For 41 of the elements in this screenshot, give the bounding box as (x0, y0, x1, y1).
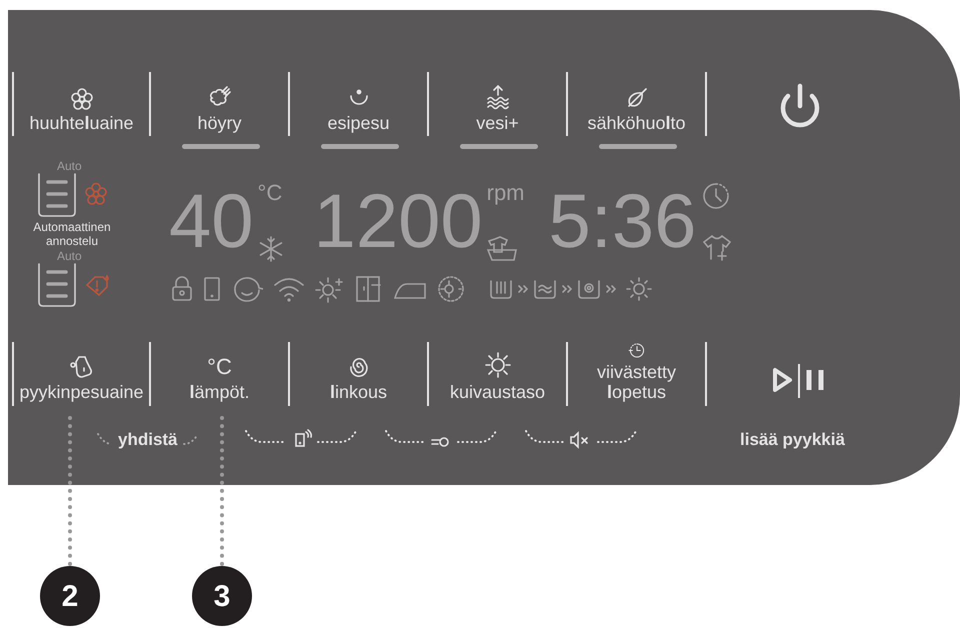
start-pause-caption: lisää pyykkiä (740, 430, 845, 448)
spin-unit: rpm (486, 182, 525, 204)
setting-button[interactable]: linkous (290, 342, 429, 406)
temperature-unit: °C (258, 182, 282, 204)
flower-icon (70, 88, 94, 110)
setting-button[interactable]: pyykinpesuaine (12, 342, 151, 406)
add-garment-icon (702, 234, 732, 262)
dispenser-icon (36, 262, 78, 308)
smiling-face-icon (231, 276, 263, 302)
auto-label: Auto (57, 160, 82, 172)
wardrobe-icon (355, 275, 383, 303)
option-button[interactable]: sähköhuolto (568, 72, 707, 136)
detergent-bottle-icon (68, 353, 94, 379)
callout-number: 2 (40, 566, 100, 626)
lock-icon (171, 276, 193, 302)
setting-button[interactable]: viivästetty lopetus (568, 342, 707, 406)
laundry-basket-icon (486, 236, 517, 262)
option-button[interactable]: huuhteluaine (12, 72, 151, 136)
phone-icon (203, 276, 221, 302)
connect-hint: yhdistä (118, 430, 178, 448)
celsius-icon: °C (207, 355, 232, 379)
clock-icon (702, 182, 730, 210)
sun-plus-icon (315, 275, 345, 303)
temperature-display: 40 (169, 182, 254, 262)
detergent-warning-icon (84, 272, 110, 298)
spin-display: 1200 (314, 182, 483, 262)
setting-button[interactable]: kuivaustaso (429, 342, 568, 406)
wifi-icon (273, 276, 305, 302)
option-button[interactable]: esipesu (290, 72, 429, 136)
option-button[interactable]: vesi+ (429, 72, 568, 136)
setting-button[interactable]: °C lämpöt. (151, 342, 290, 406)
option-button[interactable]: höyry (151, 72, 290, 136)
dispenser-icon (36, 172, 78, 218)
auto-label: Auto (57, 250, 82, 262)
time-display: 5:36 (548, 182, 696, 262)
timer-hours-icon (437, 274, 467, 304)
water-plus-icon (484, 84, 510, 110)
snowflake-icon (258, 236, 284, 262)
sun-icon (484, 351, 512, 379)
callout-number: 3 (192, 566, 252, 626)
dosing-caption: Automaattinen annostelu (32, 220, 112, 248)
